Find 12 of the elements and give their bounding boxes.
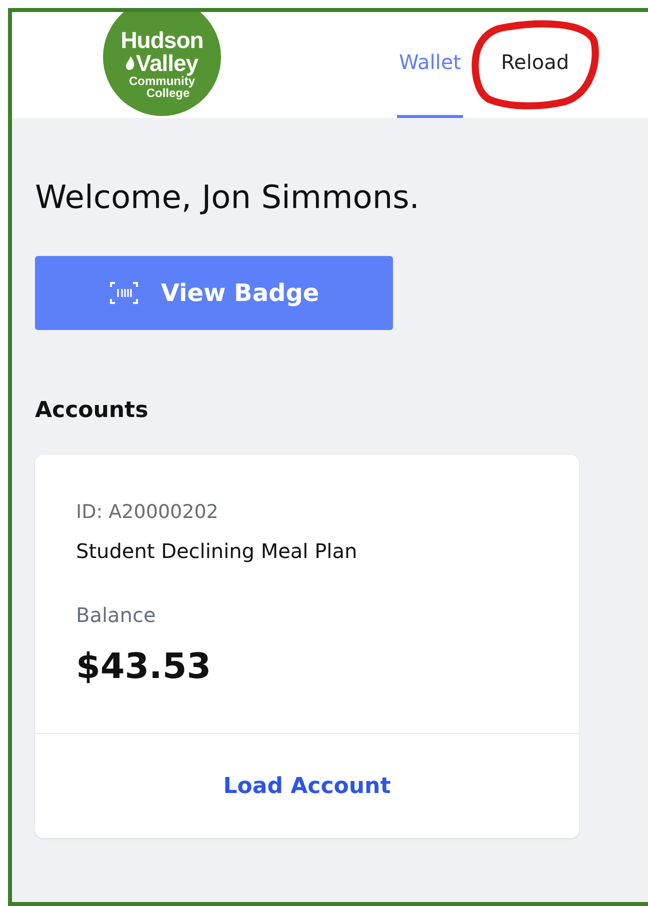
- barcode-scan-icon: [108, 281, 139, 305]
- college-logo: Hudson Valley Community College: [103, 12, 221, 116]
- account-id: ID: A20000202: [76, 501, 220, 523]
- account-name: Student Declining Meal Plan: [76, 539, 358, 563]
- section-heading: Accounts: [35, 398, 150, 423]
- welcome-heading: Welcome, Jon Simmons.: [35, 178, 420, 216]
- view-badge-button[interactable]: View Badge: [35, 256, 393, 330]
- nav-tab[interactable]: Wallet: [397, 12, 464, 118]
- nav-tab[interactable]: Reload: [499, 12, 572, 118]
- load-account-link[interactable]: Load Account: [223, 774, 391, 798]
- balance-amount: $43.53: [76, 647, 212, 687]
- balance-label: Balance: [76, 603, 157, 627]
